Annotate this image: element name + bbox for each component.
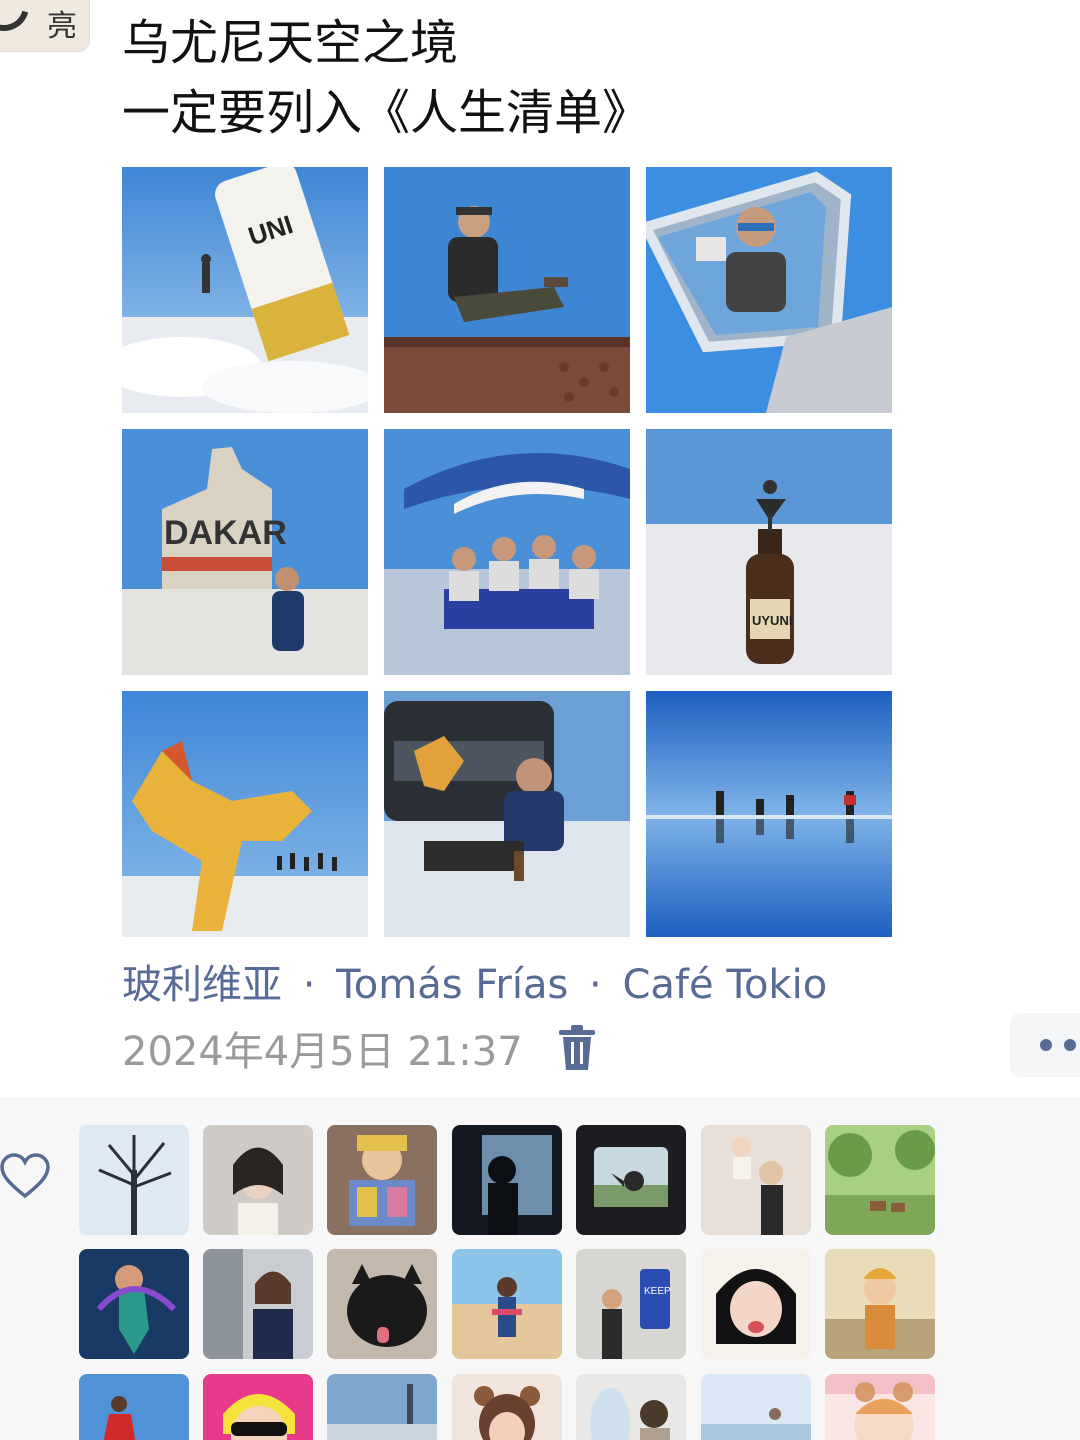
like-avatar-train-window[interactable] xyxy=(576,1125,686,1235)
like-avatar-mermaid[interactable] xyxy=(79,1249,189,1359)
more-dot xyxy=(1040,1039,1052,1051)
more-dots-icon[interactable] xyxy=(1010,1013,1080,1077)
location-link[interactable]: 玻利维亚 · Tomás Frías · Café Tokio xyxy=(122,952,827,1010)
post-text: 乌尤尼天空之境 一定要列入《人生清单》 xyxy=(122,8,650,148)
author-avatar[interactable]: 亮 xyxy=(0,0,90,52)
post-timestamp: 2024年4月5日 21:37 xyxy=(122,1029,523,1075)
post-text-line-1: 乌尤尼天空之境 xyxy=(122,15,459,71)
photo-man-sitting-on-rusty-train[interactable] xyxy=(384,167,630,413)
post-meta-row: 2024年4月5日 21:37 xyxy=(122,1020,597,1076)
like-avatar-illustrated-girl[interactable] xyxy=(825,1249,935,1359)
like-avatar-woman-red-dress[interactable] xyxy=(79,1374,189,1440)
avatar-moon-shape xyxy=(0,0,39,41)
like-avatar-beach-sky[interactable] xyxy=(701,1374,811,1440)
like-avatar-black-cat[interactable] xyxy=(327,1249,437,1359)
svg-text:DAKAR: DAKAR xyxy=(164,514,287,552)
like-avatar-bare-tree[interactable] xyxy=(79,1125,189,1235)
like-avatar-keep-right-sign[interactable]: KEEP xyxy=(576,1249,686,1359)
avatar-glyph: 亮 xyxy=(47,9,77,44)
like-avatar-bear-ears-girl[interactable] xyxy=(452,1374,562,1440)
trash-icon[interactable] xyxy=(557,1024,597,1072)
svg-text:KEEP: KEEP xyxy=(644,1286,671,1297)
more-dot xyxy=(1064,1039,1076,1051)
like-avatar-woman-lifting-baby[interactable] xyxy=(701,1125,811,1235)
like-avatar-woman-office[interactable] xyxy=(203,1249,313,1359)
like-avatar-green-landscape-deer[interactable] xyxy=(825,1125,935,1235)
location-country: 玻利维亚 xyxy=(122,962,282,1008)
like-avatar-portrait-woman[interactable] xyxy=(203,1125,313,1235)
like-avatar-cartoon-bear-girl[interactable] xyxy=(825,1374,935,1440)
photo-beer-can-perspective[interactable]: UNI xyxy=(122,167,368,413)
photo-group-picnic-under-umbrella[interactable] xyxy=(384,429,630,675)
like-avatar-airplane-window[interactable] xyxy=(576,1374,686,1440)
location-separator: · xyxy=(589,962,602,1008)
like-avatar-anime-girl[interactable] xyxy=(701,1249,811,1359)
photo-dakar-monument[interactable]: DAKAR xyxy=(122,429,368,675)
location-place: Café Tokio xyxy=(622,962,828,1008)
photo-man-with-dinosaur-by-car[interactable] xyxy=(384,691,630,937)
photo-toy-dinosaur-perspective[interactable] xyxy=(122,691,368,937)
svg-text:UYUNI: UYUNI xyxy=(752,613,792,628)
like-avatar-woman-with-book[interactable] xyxy=(327,1125,437,1235)
like-avatar-beach-woman[interactable] xyxy=(452,1249,562,1359)
like-avatar-silhouette-window[interactable] xyxy=(452,1125,562,1235)
heart-icon xyxy=(0,1153,50,1199)
location-region: Tomás Frías xyxy=(336,962,569,1008)
photo-group-mirror-reflection[interactable] xyxy=(646,691,892,937)
photo-selfie-in-car-mirror[interactable] xyxy=(646,167,892,413)
like-avatar-cartoon-sunglasses[interactable] xyxy=(203,1374,313,1440)
photo-person-on-beer-bottle[interactable]: UYUNI xyxy=(646,429,892,675)
location-separator: · xyxy=(302,962,316,1008)
like-avatar-city-skyline[interactable] xyxy=(327,1374,437,1440)
photo-grid: UNI DAKAR UYUNI xyxy=(122,167,892,937)
post-text-line-2: 一定要列入《人生清单》 xyxy=(122,85,651,141)
